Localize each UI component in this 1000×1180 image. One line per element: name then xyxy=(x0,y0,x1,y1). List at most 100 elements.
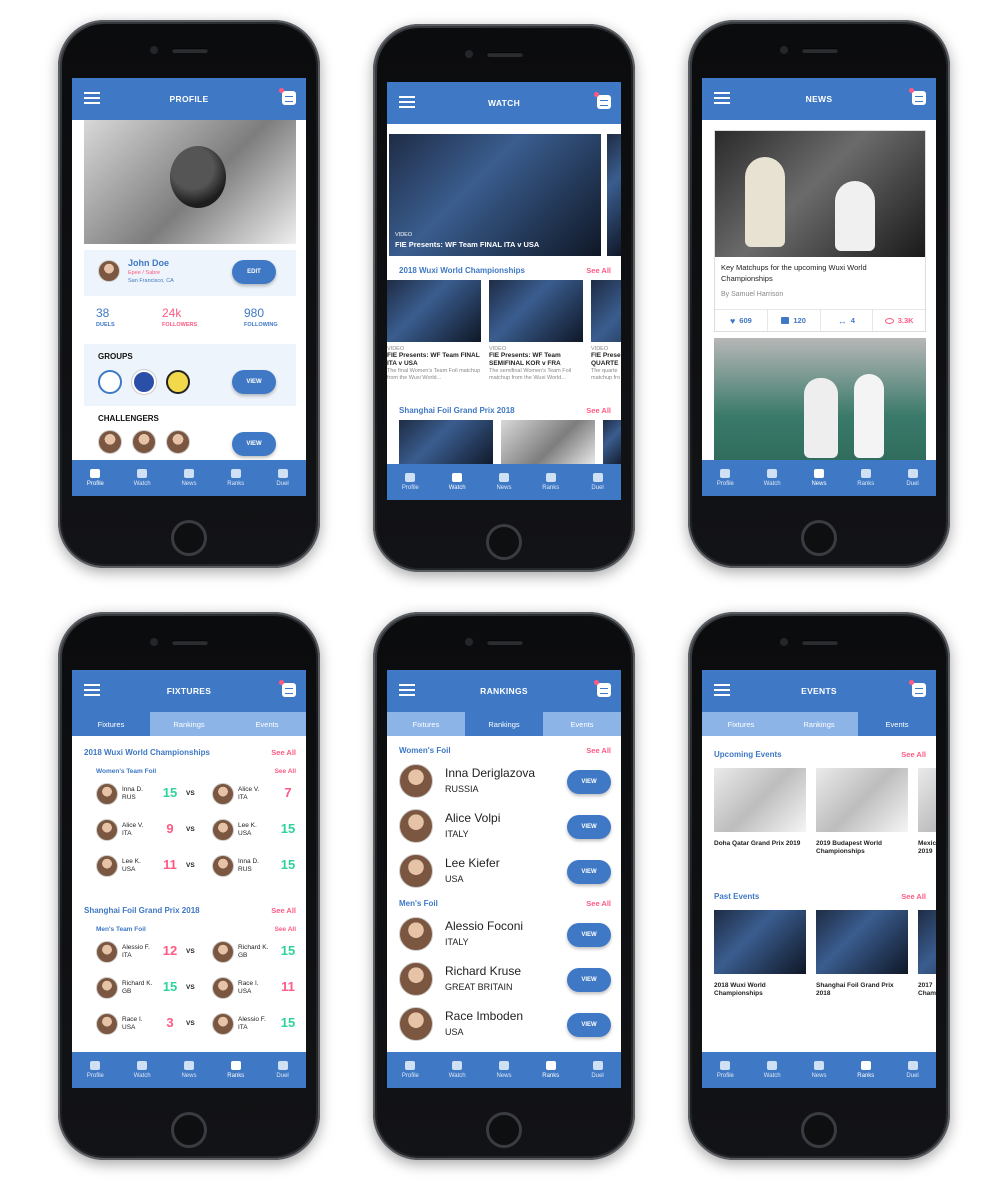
tab-news[interactable]: News xyxy=(799,1061,839,1079)
view-button[interactable]: VIEW xyxy=(567,923,611,947)
home-button[interactable] xyxy=(171,520,207,556)
see-all-link[interactable]: See All xyxy=(275,926,296,933)
news-card[interactable]: Key Matchups for the upcoming Wuxi World… xyxy=(714,130,926,332)
tab-profile[interactable]: Profile xyxy=(75,1061,115,1079)
ranking-row[interactable]: Lee Kiefer USA VIEW xyxy=(387,850,621,894)
chat-icon[interactable] xyxy=(594,680,611,697)
menu-icon[interactable] xyxy=(714,92,730,104)
chat-icon[interactable] xyxy=(279,680,296,697)
tab-duel[interactable]: Duel xyxy=(263,469,303,487)
match-row[interactable]: Inna D. RUS 15 VS Alice V. ITA 7 xyxy=(72,780,306,810)
tab-news[interactable]: News xyxy=(169,469,209,487)
chat-icon[interactable] xyxy=(909,88,926,105)
tab-profile[interactable]: Profile xyxy=(390,473,430,491)
tab-watch[interactable]: Watch xyxy=(122,1061,162,1079)
tab-ranks[interactable]: Ranks xyxy=(531,1061,571,1079)
subtab-rankings[interactable]: Rankings xyxy=(780,712,858,736)
event-card[interactable]: 2018 Wuxi World Championships xyxy=(714,910,806,998)
edit-button[interactable]: EDIT xyxy=(232,260,276,284)
see-all-link[interactable]: See All xyxy=(275,768,296,775)
menu-icon[interactable] xyxy=(84,684,100,696)
tab-ranks[interactable]: Ranks xyxy=(846,469,886,487)
view-button[interactable]: VIEW xyxy=(567,860,611,884)
view-challengers-button[interactable]: VIEW xyxy=(232,432,276,456)
news-image-next[interactable] xyxy=(714,338,926,468)
chat-icon[interactable] xyxy=(279,88,296,105)
see-all-link[interactable]: See All xyxy=(271,748,296,757)
tab-watch[interactable]: Watch xyxy=(752,1061,792,1079)
match-row[interactable]: Lee K. USA 11 VS Inna D. RUS 15 xyxy=(72,852,306,882)
home-button[interactable] xyxy=(171,1112,207,1148)
tab-duel[interactable]: Duel xyxy=(578,473,618,491)
match-row[interactable]: Alice V. ITA 9 VS Lee K. USA 15 xyxy=(72,816,306,846)
event-card[interactable]: 2017 Cham xyxy=(918,910,936,998)
subtab-events[interactable]: Events xyxy=(228,712,306,736)
home-button[interactable] xyxy=(801,1112,837,1148)
event-card[interactable]: 2019 Budapest World Championships xyxy=(816,768,908,856)
challenger-avatar[interactable] xyxy=(166,430,190,454)
view-button[interactable]: VIEW xyxy=(567,1013,611,1037)
view-button[interactable]: VIEW xyxy=(567,815,611,839)
ranking-row[interactable]: Race Imboden USA VIEW xyxy=(387,1003,621,1047)
share-button[interactable]: ↔ 4 xyxy=(821,310,874,331)
see-all-link[interactable]: See All xyxy=(586,746,611,755)
match-row[interactable]: Richard K. GB 15 VS Race I. USA 11 xyxy=(72,974,306,1004)
home-button[interactable] xyxy=(801,520,837,556)
group-badge[interactable] xyxy=(166,370,190,394)
subtab-rankings[interactable]: Rankings xyxy=(150,712,228,736)
tab-watch[interactable]: Watch xyxy=(437,1061,477,1079)
challenger-avatar[interactable] xyxy=(132,430,156,454)
tab-watch[interactable]: Watch xyxy=(122,469,162,487)
tab-news[interactable]: News xyxy=(484,1061,524,1079)
tab-profile[interactable]: Profile xyxy=(705,469,745,487)
menu-icon[interactable] xyxy=(714,684,730,696)
subtab-fixtures[interactable]: Fixtures xyxy=(72,712,150,736)
see-all-link[interactable]: See All xyxy=(271,906,296,915)
subtab-rankings[interactable]: Rankings xyxy=(465,712,543,736)
tab-news[interactable]: News xyxy=(799,469,839,487)
chat-icon[interactable] xyxy=(909,680,926,697)
tab-news[interactable]: News xyxy=(169,1061,209,1079)
video-card[interactable]: VIDEO FIE Presents: WF Team SEMIFINAL KO… xyxy=(489,280,583,382)
ranking-row[interactable]: Inna Deriglazova RUSSIA VIEW xyxy=(387,760,621,804)
tab-ranks[interactable]: Ranks xyxy=(531,473,571,491)
home-button[interactable] xyxy=(486,1112,522,1148)
tab-watch[interactable]: Watch xyxy=(752,469,792,487)
event-card[interactable]: Shanghai Foil Grand Prix 2018 xyxy=(816,910,908,998)
challenger-avatar[interactable] xyxy=(98,430,122,454)
tab-ranks[interactable]: Ranks xyxy=(216,1061,256,1079)
tab-news[interactable]: News xyxy=(484,473,524,491)
see-all-link[interactable]: See All xyxy=(586,899,611,908)
menu-icon[interactable] xyxy=(84,92,100,104)
tab-duel[interactable]: Duel xyxy=(893,469,933,487)
tab-duel[interactable]: Duel xyxy=(263,1061,303,1079)
tab-profile[interactable]: Profile xyxy=(705,1061,745,1079)
tab-watch[interactable]: Watch xyxy=(437,473,477,491)
see-all-link[interactable]: See All xyxy=(901,892,926,901)
view-button[interactable]: VIEW xyxy=(567,968,611,992)
match-row[interactable]: Alessio F. ITA 12 VS Richard K. GB 15 xyxy=(72,938,306,968)
video-card[interactable]: VIDEO FIE Prese QUARTE The quarte matchu… xyxy=(591,280,621,382)
tab-profile[interactable]: Profile xyxy=(390,1061,430,1079)
video-thumbnail[interactable] xyxy=(501,420,595,468)
ranking-row[interactable]: Richard Kruse GREAT BRITAIN VIEW xyxy=(387,958,621,1002)
menu-icon[interactable] xyxy=(399,96,415,108)
tab-profile[interactable]: Profile xyxy=(75,469,115,487)
event-card[interactable]: Mexic 2019 xyxy=(918,768,936,856)
group-badge[interactable] xyxy=(132,370,156,394)
ranking-row[interactable]: Alice Volpi ITALY VIEW xyxy=(387,805,621,849)
see-all-link[interactable]: See All xyxy=(586,406,611,415)
tab-duel[interactable]: Duel xyxy=(893,1061,933,1079)
event-card[interactable]: Doha Qatar Grand Prix 2019 xyxy=(714,768,806,848)
comment-button[interactable]: 120 xyxy=(768,310,821,331)
like-button[interactable]: ♥ 609 xyxy=(715,310,768,331)
video-thumbnail[interactable] xyxy=(399,420,493,468)
tab-ranks[interactable]: Ranks xyxy=(846,1061,886,1079)
chat-icon[interactable] xyxy=(594,92,611,109)
subtab-fixtures[interactable]: Fixtures xyxy=(702,712,780,736)
home-button[interactable] xyxy=(486,524,522,560)
video-card[interactable]: VIDEO FIE Presents: WF Team FINAL ITA v … xyxy=(387,280,481,382)
subtab-events[interactable]: Events xyxy=(858,712,936,736)
menu-icon[interactable] xyxy=(399,684,415,696)
tab-duel[interactable]: Duel xyxy=(578,1061,618,1079)
